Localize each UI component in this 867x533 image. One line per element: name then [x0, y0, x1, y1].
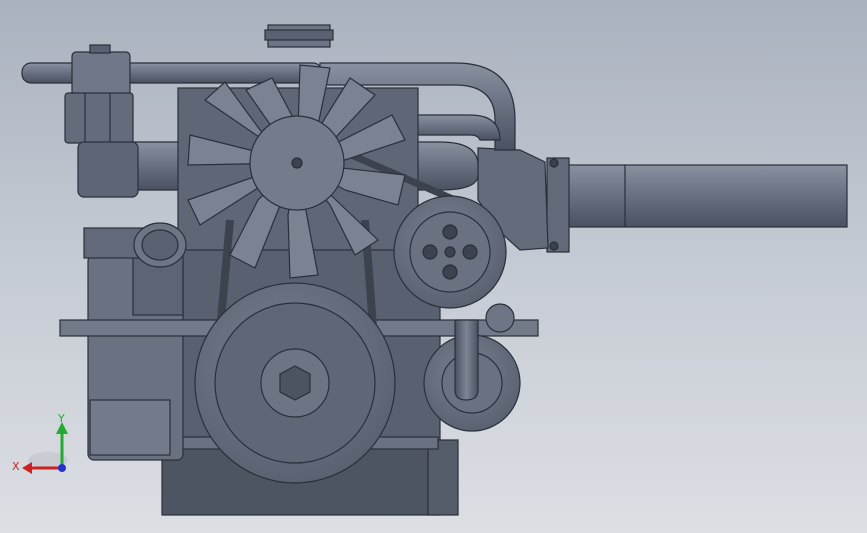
coolant-reservoir: [64, 44, 139, 198]
z-axis-dot: [58, 464, 66, 472]
x-axis-label: X: [12, 460, 20, 473]
y-axis-label: Y: [57, 412, 65, 425]
engine-model[interactable]: [0, 0, 867, 533]
exhaust-pipe: [546, 157, 848, 253]
alternator-pulley: [393, 195, 507, 309]
crankshaft-pulley: [194, 282, 396, 484]
orientation-triad: Y X: [12, 412, 68, 474]
cad-viewport[interactable]: Y X: [0, 0, 867, 533]
gear-housing: [83, 222, 187, 461]
